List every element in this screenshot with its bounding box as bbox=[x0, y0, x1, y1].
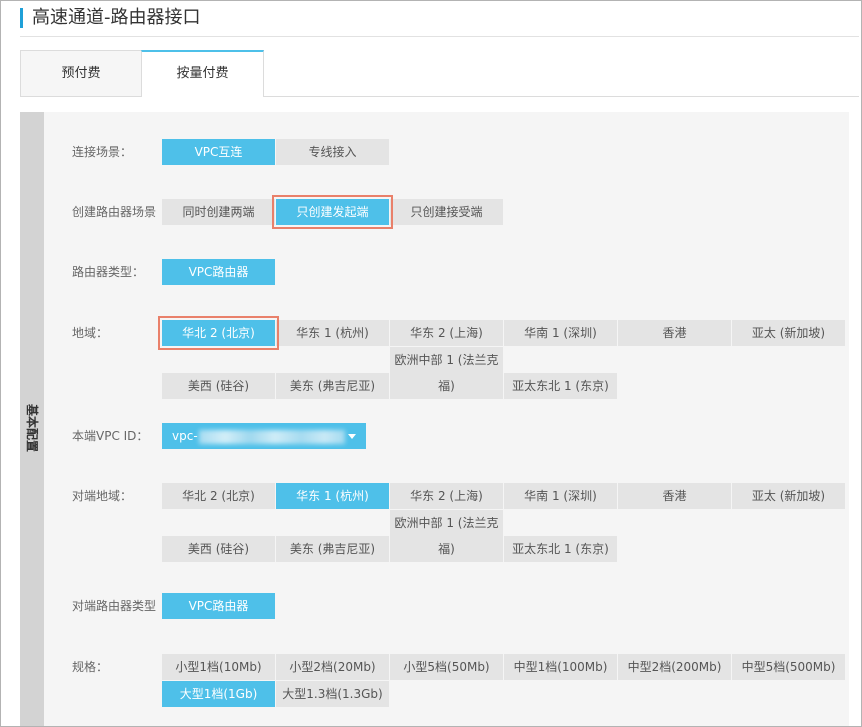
peer-region-options: 华北 2 (北京) 华东 1 (杭州) 华东 2 (上海) 华南 1 (深圳) 香港 亚太… bbox=[162, 483, 848, 563]
form-row-connection-scenario: 连接场景： VPC互连 专线接入 bbox=[72, 139, 848, 166]
region-option-shanghai[interactable]: 华东 2 (上海) bbox=[390, 320, 503, 346]
form-row-local-vpc-id: 本端VPC ID： vpc- bbox=[72, 423, 366, 449]
peer-region-option-virginia[interactable]: 美东 (弗吉尼亚) bbox=[276, 536, 389, 562]
tab-pay-as-you-go[interactable]: 按量付费 bbox=[141, 50, 264, 97]
local-vpc-id-select[interactable]: vpc- bbox=[162, 423, 366, 449]
peer-region-option-hongkong[interactable]: 香港 bbox=[618, 483, 731, 509]
form-row-create-scenario: 创建路由器场景 同时创建两端 只创建发起端 只创建接受端 bbox=[72, 195, 848, 229]
billing-tabs: 预付费 按量付费 bbox=[20, 50, 859, 97]
peer-region-option-beijing[interactable]: 华北 2 (北京) bbox=[162, 483, 275, 509]
peer-region-option-shanghai[interactable]: 华东 2 (上海) bbox=[390, 483, 503, 509]
caret-down-icon[interactable] bbox=[348, 434, 356, 439]
connection-scenario-option-express-connect[interactable]: 专线接入 bbox=[276, 139, 389, 165]
spec-label: 规格： bbox=[72, 660, 109, 674]
router-type-option-vpc-router[interactable]: VPC路由器 bbox=[162, 259, 275, 285]
title-divider bbox=[20, 36, 859, 37]
create-scenario-label: 创建路由器场景 bbox=[72, 205, 157, 219]
peer-router-type-option-vpc-router[interactable]: VPC路由器 bbox=[162, 593, 275, 619]
peer-region-option-silicon-valley[interactable]: 美西 (硅谷) bbox=[162, 536, 275, 562]
form-row-peer-region: 对端地域： 华北 2 (北京) 华东 1 (杭州) 华东 2 (上海) 华南 1 (深… bbox=[72, 483, 848, 563]
config-panel: 基本配置 连接场景： VPC互连 专线接入 创建路由器场景 同时创建两端 只创建发起… bbox=[20, 112, 849, 726]
router-type-options: VPC路由器 bbox=[162, 259, 848, 286]
connection-scenario-options: VPC互连 专线接入 bbox=[162, 139, 848, 166]
region-option-singapore[interactable]: 亚太 (新加坡) bbox=[732, 320, 845, 346]
form-row-router-type: 路由器类型： VPC路由器 bbox=[72, 259, 848, 286]
region-label: 地域： bbox=[72, 326, 109, 340]
region-option-beijing[interactable]: 华北 2 (北京) bbox=[158, 316, 279, 350]
spec-option-large-1-3[interactable]: 大型1.3档(1.3Gb) bbox=[276, 681, 389, 707]
local-vpc-id-value: vpc- bbox=[172, 429, 198, 443]
router-type-label: 路由器类型： bbox=[72, 265, 145, 279]
spec-option-large-1[interactable]: 大型1档(1Gb) bbox=[162, 681, 275, 707]
peer-region-label: 对端地域： bbox=[72, 489, 133, 503]
connection-scenario-option-vpc-interconnect[interactable]: VPC互连 bbox=[162, 139, 275, 165]
peer-region-option-shenzhen[interactable]: 华南 1 (深圳) bbox=[504, 483, 617, 509]
region-option-virginia[interactable]: 美东 (弗吉尼亚) bbox=[276, 373, 389, 399]
peer-router-type-options: VPC路由器 bbox=[162, 593, 848, 620]
region-option-silicon-valley[interactable]: 美西 (硅谷) bbox=[162, 373, 275, 399]
spec-option-small-2[interactable]: 小型2档(20Mb) bbox=[276, 654, 389, 680]
create-scenario-option-both-ends[interactable]: 同时创建两端 bbox=[162, 199, 275, 225]
create-scenario-option-acceptor-only[interactable]: 只创建接受端 bbox=[390, 199, 503, 225]
form-row-region: 地域： 华北 2 (北京) 华东 1 (杭州) 华东 2 (上海) 华南 1 (深圳)… bbox=[72, 316, 848, 400]
form-row-peer-router-type: 对端路由器类型 VPC路由器 bbox=[72, 593, 848, 620]
peer-region-option-tokyo[interactable]: 亚太东北 1 (东京) bbox=[504, 536, 617, 562]
region-option-hangzhou[interactable]: 华东 1 (杭州) bbox=[276, 320, 389, 346]
spec-option-medium-1[interactable]: 中型1档(100Mb) bbox=[504, 654, 617, 680]
region-option-hongkong[interactable]: 香港 bbox=[618, 320, 731, 346]
form-row-spec: 规格： 小型1档(10Mb) 小型2档(20Mb) 小型5档(50Mb) 中型1档(1… bbox=[72, 654, 848, 708]
spec-option-small-1[interactable]: 小型1档(10Mb) bbox=[162, 654, 275, 680]
page-frame: 高速通道-路由器接口 预付费 按量付费 基本配置 连接场景： VPC互连 专线接入… bbox=[0, 0, 862, 727]
region-options: 华北 2 (北京) 华东 1 (杭州) 华东 2 (上海) 华南 1 (深圳) 香港 亚太… bbox=[158, 316, 848, 400]
spec-option-medium-5[interactable]: 中型5档(500Mb) bbox=[732, 654, 845, 680]
spec-option-medium-2[interactable]: 中型2档(200Mb) bbox=[618, 654, 731, 680]
connection-scenario-label: 连接场景： bbox=[72, 145, 133, 159]
redacted-vpc-id bbox=[198, 429, 345, 444]
local-vpc-id-label: 本端VPC ID： bbox=[72, 429, 149, 443]
create-scenario-option-initiator-only[interactable]: 只创建发起端 bbox=[272, 195, 393, 229]
region-option-tokyo[interactable]: 亚太东北 1 (东京) bbox=[504, 373, 617, 399]
page-title: 高速通道-路由器接口 bbox=[32, 7, 201, 28]
region-option-frankfurt[interactable]: 欧洲中部 1 (法兰克福) bbox=[390, 347, 503, 399]
spec-options: 小型1档(10Mb) 小型2档(20Mb) 小型5档(50Mb) 中型1档(100Mb… bbox=[162, 654, 848, 708]
peer-router-type-label: 对端路由器类型 bbox=[72, 599, 157, 613]
spec-option-small-5[interactable]: 小型5档(50Mb) bbox=[390, 654, 503, 680]
peer-region-option-hangzhou[interactable]: 华东 1 (杭州) bbox=[276, 483, 389, 509]
section-label: 基本配置 bbox=[25, 403, 39, 453]
peer-region-option-singapore[interactable]: 亚太 (新加坡) bbox=[732, 483, 845, 509]
create-scenario-options: 同时创建两端 只创建发起端 只创建接受端 bbox=[162, 195, 848, 229]
peer-region-option-frankfurt[interactable]: 欧洲中部 1 (法兰克福) bbox=[390, 510, 503, 562]
section-strip: 基本配置 bbox=[20, 112, 44, 726]
tab-prepaid[interactable]: 预付费 bbox=[20, 50, 142, 96]
title-accent-bar bbox=[20, 8, 23, 28]
region-option-shenzhen[interactable]: 华南 1 (深圳) bbox=[504, 320, 617, 346]
